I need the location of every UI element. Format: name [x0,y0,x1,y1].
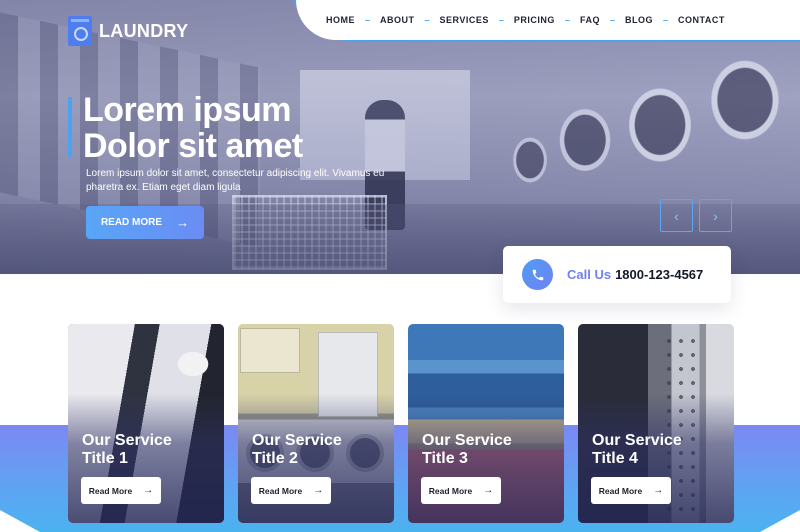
hero-subtitle: Lorem ipsum dolor sit amet, consectetur … [86,168,385,193]
nav-separator: – [365,15,371,25]
read-more-label: Read More [428,485,473,496]
phone-icon [522,259,553,290]
washing-machine-icon [68,16,92,46]
service-cards: Our Service Title 1 Read More → Our Serv… [68,324,734,523]
service-read-more-button-1[interactable]: Read More → [81,477,161,504]
nav-item-blog[interactable]: BLOG [625,15,653,25]
hero-title-line-2: Dolor sit amet [83,127,303,165]
service-title-line-1: Our Service [82,432,172,449]
main-nav: HOME – ABOUT – SERVICES – PRICING – FAQ … [296,0,800,40]
nav-separator: – [564,15,570,25]
read-more-label: Read More [598,485,643,496]
nav-separator: – [662,15,668,25]
arrow-right-icon: → [653,484,664,496]
hero-accent-bar [68,97,72,157]
chevron-right-icon: › [713,207,718,224]
service-card-4[interactable]: Our Service Title 4 Read More → [578,324,734,523]
service-title-line-1: Our Service [252,432,342,449]
service-title-3: Our Service Title 3 [422,432,512,468]
read-more-label: READ MORE [100,217,163,228]
hero-title: Lorem ipsum Dolor sit amet [83,92,303,164]
nav-item-home[interactable]: HOME [326,15,355,25]
service-card-1[interactable]: Our Service Title 1 Read More → [68,324,224,523]
read-more-label: Read More [88,485,133,496]
arrow-right-icon: → [313,484,324,496]
service-title-line-1: Our Service [422,432,512,449]
service-title-2: Our Service Title 2 [252,432,342,468]
slider-next-button[interactable]: › [699,199,732,232]
service-title-4: Our Service Title 4 [592,432,682,468]
nav-separator: – [498,15,504,25]
arrow-right-icon: → [176,215,190,230]
call-us-label: Call Us [567,267,612,282]
call-us-card[interactable]: Call Us 1800-123-4567 [503,246,731,303]
service-read-more-button-3[interactable]: Read More → [421,477,501,504]
hero-title-line-1: Lorem ipsum [83,91,291,129]
read-more-label: Read More [258,485,303,496]
nav-item-faq[interactable]: FAQ [580,15,600,25]
band-corner-right [760,510,800,532]
service-read-more-button-4[interactable]: Read More → [591,477,671,504]
logo[interactable]: LAUNDRY [68,16,188,46]
service-title-line-2: Title 1 [82,450,128,467]
slider-prev-button[interactable]: ‹ [660,199,693,232]
nav-item-about[interactable]: ABOUT [380,15,415,25]
phone-glyph [532,269,543,280]
phone-number[interactable]: 1800-123-4567 [615,267,703,282]
chevron-left-icon: ‹ [674,207,679,224]
service-title-line-2: Title 3 [422,450,468,467]
page: LAUNDRY Lorem ipsum Dolor sit amet Lorem… [0,0,800,532]
service-title-line-2: Title 4 [592,450,638,467]
arrow-right-icon: → [483,484,494,496]
service-card-2[interactable]: Our Service Title 2 Read More → [238,324,394,523]
logo-text: LAUNDRY [99,20,189,41]
read-more-button[interactable]: READ MORE → [86,206,204,239]
arrow-right-icon: → [143,484,154,496]
service-title-line-2: Title 2 [252,450,298,467]
nav-separator: – [424,15,430,25]
service-read-more-button-2[interactable]: Read More → [251,477,331,504]
nav-item-contact[interactable]: CONTACT [678,15,725,25]
service-title-line-1: Our Service [592,432,682,449]
service-title-1: Our Service Title 1 [82,432,172,468]
nav-item-pricing[interactable]: PRICING [514,15,555,25]
service-card-3[interactable]: Our Service Title 3 Read More → [408,324,564,523]
nav-item-services[interactable]: SERVICES [440,15,489,25]
band-corner-left [0,510,40,532]
nav-separator: – [609,15,615,25]
